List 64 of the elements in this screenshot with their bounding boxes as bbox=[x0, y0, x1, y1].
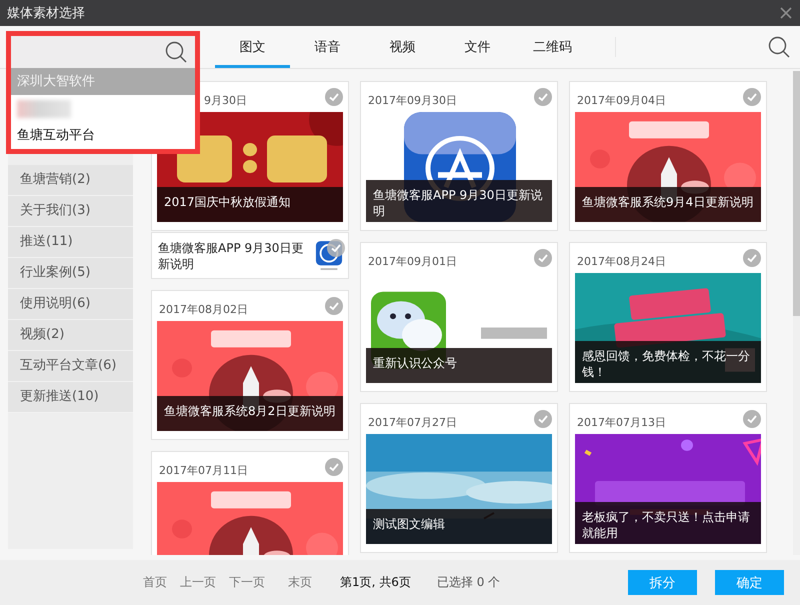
article-caption: 鱼塘微客服系统9月4日更新说明 bbox=[575, 187, 761, 222]
close-icon[interactable] bbox=[780, 7, 792, 19]
pagination-link[interactable]: 首页 bbox=[143, 574, 167, 591]
article-card[interactable]: 2017年09月30日 鱼塘微客服APP 9月30日更新说明 bbox=[360, 81, 558, 231]
search-icon[interactable] bbox=[768, 36, 790, 58]
article-date: 2017年07月13日 bbox=[577, 414, 666, 430]
tab[interactable]: 图文 bbox=[215, 26, 290, 68]
check-icon[interactable] bbox=[325, 88, 343, 106]
article-caption: 鱼塘微客服APP 9月30日更新说明 bbox=[366, 180, 552, 222]
article-date: 2017年08月02日 bbox=[159, 302, 248, 316]
selection-count: 已选择 0 个 bbox=[436, 574, 500, 591]
sidebar-item[interactable]: 关于我们(3) bbox=[8, 196, 133, 227]
article-date: 9月30日 bbox=[203, 92, 247, 108]
page-info: 第1页, 共6页 bbox=[340, 574, 411, 591]
article-date: 2017年09月30日 bbox=[368, 92, 457, 108]
article-date: 2017年09月01日 bbox=[368, 254, 457, 268]
sidebar-item[interactable]: 推送(11) bbox=[8, 227, 133, 258]
sidebar-item[interactable]: 视频(2) bbox=[8, 320, 133, 351]
article-caption: 鱼塘微客服系统8月2日更新说明 bbox=[157, 396, 343, 431]
article-card[interactable]: 2017年07月11日 bbox=[151, 451, 349, 555]
sub-article[interactable]: 鱼塘微客服APP 9月30日更新说明 bbox=[151, 232, 349, 279]
pagination-link[interactable]: 末页 bbox=[288, 574, 312, 591]
article-date: 2017年07月27日 bbox=[368, 414, 457, 430]
tab[interactable]: 语音 bbox=[290, 26, 365, 68]
check-icon[interactable] bbox=[743, 249, 761, 267]
pagination-link[interactable]: 上一页 bbox=[180, 574, 216, 591]
article-date: 2017年08月24日 bbox=[577, 254, 666, 268]
tab[interactable]: 二维码 bbox=[515, 26, 590, 68]
check-icon[interactable] bbox=[743, 410, 761, 428]
check-icon[interactable] bbox=[325, 297, 343, 315]
article-card[interactable]: 2017年09月01日 重新认识公众号 bbox=[360, 242, 558, 392]
article-card[interactable]: 2017年09月04日 鱼塘微客服系统9月4日更新说明 bbox=[569, 81, 767, 231]
article-card[interactable]: 2017年08月24日 感恩回馈，免费体检，不花一分钱！ bbox=[569, 242, 767, 392]
check-icon[interactable] bbox=[534, 249, 552, 267]
check-icon[interactable] bbox=[325, 458, 343, 476]
blurred-item[interactable] bbox=[17, 100, 71, 118]
search-field[interactable] bbox=[11, 36, 195, 68]
check-icon[interactable] bbox=[743, 88, 761, 106]
search-icon[interactable] bbox=[165, 41, 187, 63]
sub-article-title: 鱼塘微客服APP 9月30日更新说明 bbox=[158, 240, 304, 272]
check-icon[interactable] bbox=[327, 239, 345, 257]
scrollbar-thumb[interactable] bbox=[793, 71, 800, 316]
check-icon[interactable] bbox=[534, 410, 552, 428]
check-icon[interactable] bbox=[534, 88, 552, 106]
article-date: 2017年09月04日 bbox=[577, 92, 666, 108]
article-card[interactable]: 2017年07月13日 老板疯了，不卖只送！点击申请就能用 bbox=[569, 403, 767, 553]
sidebar-item[interactable]: 互动平台文章(6) bbox=[8, 351, 133, 382]
article-caption: 2017国庆中秋放假通知 bbox=[157, 187, 343, 222]
tab[interactable]: 文件 bbox=[440, 26, 515, 68]
sidebar-item[interactable]: 更新推送(10) bbox=[8, 382, 133, 413]
pagination-link[interactable]: 下一页 bbox=[229, 574, 265, 591]
article-caption: 感恩回馈，免费体检，不花一分钱！ bbox=[575, 341, 761, 383]
article-caption: 测试图文编辑 bbox=[366, 509, 552, 544]
tab[interactable]: 视频 bbox=[365, 26, 440, 68]
sidebar-item[interactable]: 鱼塘营销(2) bbox=[8, 165, 133, 196]
article-caption: 重新认识公众号 bbox=[366, 348, 552, 383]
article-caption: 老板疯了，不卖只送！点击申请就能用 bbox=[575, 502, 761, 544]
article-date: 2017年07月11日 bbox=[159, 462, 248, 478]
sidebar-item[interactable]: 使用说明(6) bbox=[8, 289, 133, 320]
sidebar-item[interactable]: 行业案例(5) bbox=[8, 258, 133, 289]
article-card[interactable]: 2017年07月27日 测试图文编辑 bbox=[360, 403, 558, 553]
window-title: 媒体素材选择 bbox=[7, 5, 85, 22]
article-card[interactable]: 2017年08月02日 鱼塘微客服系统8月2日更新说明 bbox=[151, 290, 349, 440]
scrollbar[interactable] bbox=[793, 71, 800, 555]
